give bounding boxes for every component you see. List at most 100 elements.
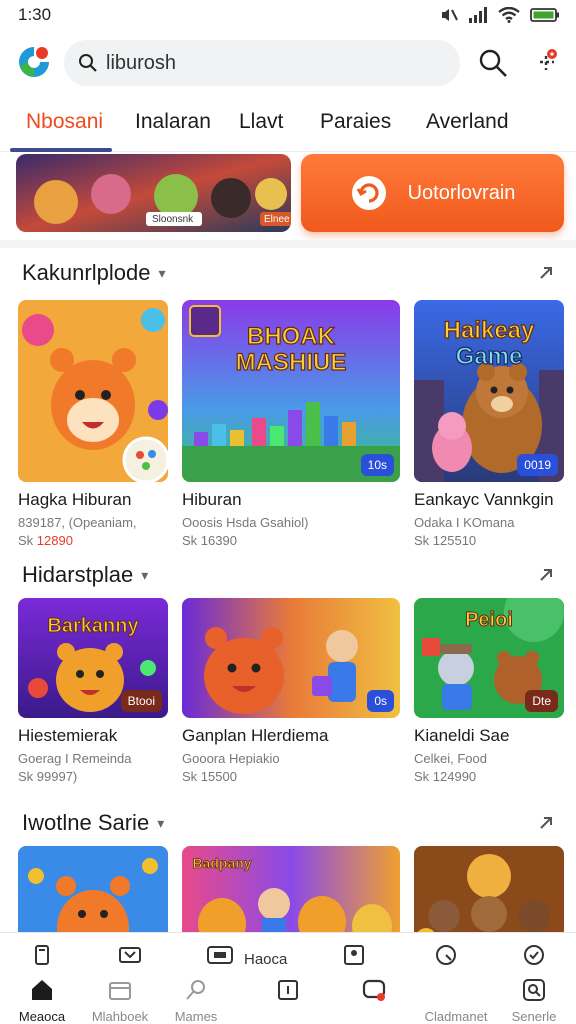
game-subtitle: Gooora Hepiakio (182, 751, 280, 766)
section-title-3-text: Iwotlne Sarie (22, 810, 150, 835)
game-thumbnail (18, 300, 168, 482)
svg-text:MASHIUE: MASHIUE (236, 349, 347, 376)
refresh-icon (351, 176, 386, 210)
svg-text:Game: Game (456, 343, 523, 370)
profile-search-icon (523, 979, 545, 1001)
tab-averland[interactable]: Averland (426, 110, 509, 134)
app-logo[interactable] (16, 44, 52, 80)
game-title: Eankayc Vannkgin (414, 490, 554, 509)
timer-icon[interactable] (522, 943, 546, 967)
status-icons (440, 7, 560, 23)
album-icon[interactable] (342, 943, 366, 967)
nav-item-wallet[interactable]: Mlahboek (80, 977, 160, 1024)
svg-text:Badpany: Badpany (192, 855, 251, 871)
game-subtitle: 839187, (Opeaniam, (18, 515, 137, 530)
game-card[interactable]: Hagka Hiburan 839187, (Opeaniam, Sk 1289… (18, 300, 168, 548)
game-card[interactable] (18, 846, 168, 932)
svg-text:Barkanny: Barkanny (47, 615, 139, 637)
promo-banner-text: Sloonsnk (152, 214, 194, 225)
status-bar: 1:30 (0, 0, 576, 30)
tab-nbosani[interactable]: Nbosani (26, 110, 103, 134)
game-subtitle: Ooosis Hsda Gsahiol) (182, 515, 309, 530)
nav-item-chat[interactable] (334, 977, 414, 1009)
top-bar (0, 34, 576, 92)
section-title-2[interactable]: Hidarstplae ▾ (22, 562, 148, 588)
game-price: Sk 125510 (414, 533, 477, 548)
game-price: Sk 16390 (182, 533, 237, 548)
section-header-1: Kakunrlplode ▾ (22, 256, 556, 290)
promo-button-label: Uotorlovrain (407, 181, 516, 204)
game-thumbnail: 0s (182, 598, 400, 718)
section-title-3[interactable]: Iwotlne Sarie ▾ (22, 810, 164, 836)
game-thumbnail: Badpany (182, 846, 400, 932)
tab-llavt[interactable]: Llavt (239, 110, 283, 134)
status-time: 1:30 (18, 5, 52, 24)
nav-item-label: Meaoca (18, 1009, 66, 1024)
game-thumbnail: Peioi Dte (414, 598, 564, 718)
nav-item-square[interactable] (248, 977, 328, 1009)
notification-button[interactable] (528, 44, 564, 80)
game-title: Ganplan Hlerdiema (182, 726, 329, 745)
chat-icon (362, 979, 386, 1001)
nav-item-home[interactable]: Meaoca (2, 977, 82, 1024)
game-card[interactable]: Barkanny Btooi Hiestemierak Goerag I Rem… (18, 598, 168, 784)
game-badge: Dte (525, 690, 558, 712)
section-header-3: Iwotlne Sarie ▾ (22, 806, 556, 840)
section-header-2: Hidarstplae ▾ (22, 558, 556, 592)
game-card[interactable]: Haikeay Game 0019 Eankayc Vannkgin Odaka… (414, 300, 564, 548)
game-title: Hagka Hiburan (18, 490, 132, 509)
svg-text:Haikeay: Haikeay (444, 317, 535, 344)
signal-icon (469, 7, 487, 23)
promo-action-button[interactable]: Uotorlovrain (301, 154, 564, 232)
search-icon (79, 54, 97, 72)
nav-item-label: Senerle (511, 1009, 557, 1024)
nav-item-profile[interactable]: Senerle (494, 977, 574, 1024)
wallet-icon (109, 982, 131, 1000)
chevron-down-icon: ▾ (141, 566, 149, 583)
clock-icon[interactable] (434, 943, 458, 967)
game-card[interactable]: BHOAK MASHIUE 10s Hiburan Ooosis Hsda Gs… (182, 300, 400, 548)
section-title-1[interactable]: Kakunrlplode ▾ (22, 260, 165, 286)
game-badge: Btooi (120, 690, 162, 712)
game-price: Sk 124990 (414, 769, 477, 784)
game-badge: 0019 (517, 454, 558, 476)
tab-inalaran[interactable]: Inalaran (135, 110, 211, 134)
game-price: Sk 12890 (18, 533, 168, 548)
home-icon (32, 980, 52, 1000)
game-controller-icon[interactable] (118, 943, 142, 967)
active-tab-indicator (10, 148, 112, 152)
game-card[interactable]: Badpany (182, 846, 400, 932)
nav-item-label: Mlahboek (91, 1009, 149, 1024)
message-icon[interactable] (206, 943, 234, 967)
chevron-down-icon: ▾ (158, 264, 166, 281)
search-button[interactable] (476, 46, 510, 80)
promo-banner[interactable]: Sloonsnk Elnee (16, 154, 291, 232)
phone-icon[interactable] (30, 943, 54, 967)
expand-arrow-icon[interactable] (536, 565, 556, 585)
section-divider (0, 240, 576, 248)
game-title: Kianeldi Sae (414, 726, 510, 745)
wifi-icon (498, 7, 520, 23)
search-input[interactable] (106, 51, 426, 75)
chevron-down-icon: ▾ (157, 814, 165, 831)
expand-arrow-icon[interactable] (536, 263, 556, 283)
game-title: Hiburan (182, 490, 242, 509)
game-card[interactable] (414, 846, 564, 932)
tab-paraies[interactable]: Paraies (320, 110, 391, 134)
game-subtitle: Odaka I KOmana (414, 515, 515, 530)
game-subtitle: Goerag I Remeinda (18, 751, 132, 766)
search-icon (186, 980, 205, 1000)
nav-mid-label[interactable]: Haoca (244, 951, 287, 968)
game-subtitle: Celkei, Food (414, 751, 487, 766)
game-thumbnail: BHOAK MASHIUE 10s (182, 300, 400, 482)
square-icon (278, 980, 298, 1000)
nav-item-dashboard[interactable]: Cladmanet (416, 977, 496, 1024)
game-title: Hiestemierak (18, 726, 118, 745)
game-thumbnail: Haikeay Game 0019 (414, 300, 564, 482)
game-card[interactable]: Peioi Dte Kianeldi Sae Celkei, Food Sk 1… (414, 598, 564, 784)
nav-item-search[interactable]: Mames (156, 977, 236, 1024)
game-card[interactable]: 0s Ganplan Hlerdiema Gooora Hepiakio Sk … (182, 598, 400, 784)
search-bar[interactable] (64, 40, 460, 86)
nav-secondary-row: Haoca (0, 939, 576, 973)
expand-arrow-icon[interactable] (536, 813, 556, 833)
